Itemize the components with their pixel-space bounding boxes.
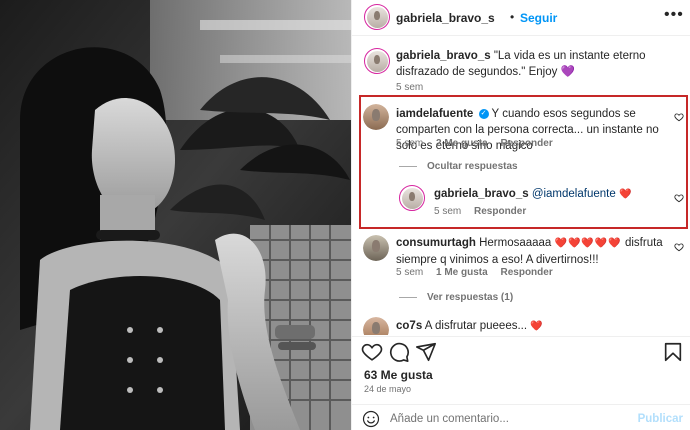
comment-username-co7s[interactable]: co7s <box>396 320 422 332</box>
post-header: gabriela_bravo_s • Seguir ••• <box>352 0 690 36</box>
view-replies-button[interactable]: Ver respuestas (1) <box>427 292 513 303</box>
reply-text: gabriela_bravo_s @iamdelafuente ❤️ <box>434 186 664 203</box>
comment-text-co7s: co7s A disfrutar pueees... ❤️ <box>396 318 672 335</box>
comment-input[interactable]: Añade un comentario... <box>390 413 509 425</box>
replies-line <box>399 166 417 167</box>
comment-meta-consumurtagh: 5 sem 1 Me gusta Responder <box>396 267 563 278</box>
comment-username-consumurtagh[interactable]: consumurtagh <box>396 237 476 249</box>
reply-mention-link[interactable]: @iamdelafuente <box>532 188 616 200</box>
comment-bubble-icon[interactable] <box>388 341 410 363</box>
post-photo[interactable] <box>0 0 351 430</box>
post-sidebar: gabriela_bravo_s • Seguir ••• gabriela_b… <box>351 0 690 430</box>
like-reply-heart-icon[interactable] <box>674 193 684 203</box>
caption-emoji: 💜 <box>560 66 575 78</box>
comment3-body: A disfrutar pueees... <box>424 320 528 332</box>
comment2-likes-button[interactable]: 1 Me gusta <box>436 267 488 278</box>
like-comment-heart-icon[interactable] <box>674 112 684 122</box>
comment-avatar-consumurtagh[interactable] <box>363 235 389 261</box>
caption-username[interactable]: gabriela_bravo_s <box>396 50 491 62</box>
comment-likes-button[interactable]: 2 Me gusta <box>436 138 488 149</box>
action-bar <box>352 336 690 366</box>
comment-text-consumurtagh: consumurtagh Hermosaaaaa ❤️❤️❤️❤️❤️ disf… <box>396 235 672 268</box>
comment-username-iamdelafuente[interactable]: iamdelafuente <box>396 108 473 120</box>
reply-reply-button[interactable]: Responder <box>474 206 526 217</box>
likes-count[interactable]: 63 Me gusta <box>364 368 433 382</box>
reply-username[interactable]: gabriela_bravo_s <box>434 188 529 200</box>
publish-button[interactable]: Publicar <box>638 413 683 425</box>
reply-avatar[interactable] <box>399 185 425 211</box>
add-comment-bar: Añade un comentario... Publicar <box>352 404 690 430</box>
share-send-icon[interactable] <box>415 341 437 363</box>
author-avatar[interactable] <box>364 4 390 30</box>
like-comment2-heart-icon[interactable] <box>674 242 684 252</box>
comments-list[interactable]: gabriela_bravo_s "La vida es un instante… <box>352 37 690 335</box>
like-heart-icon[interactable] <box>361 341 383 363</box>
reply-meta: 5 sem Responder <box>434 206 536 217</box>
comment-avatar-co7s[interactable] <box>363 317 389 335</box>
comment-avatar-iamdelafuente[interactable] <box>363 104 389 130</box>
comment2-reply-button[interactable]: Responder <box>500 267 552 278</box>
comment2-time: 5 sem <box>396 267 424 278</box>
post-date: 24 de mayo <box>364 384 412 394</box>
view-replies-line <box>399 297 417 298</box>
hide-replies-button[interactable]: Ocultar respuestas <box>427 161 518 172</box>
author-username[interactable]: gabriela_bravo_s <box>396 11 495 25</box>
comment-time: 5 sem <box>396 138 424 149</box>
reply-time: 5 sem <box>434 206 462 217</box>
header-separator: • <box>510 10 515 24</box>
comment-body-before: Hermosaaaaa <box>479 237 552 249</box>
caption-time: 5 sem <box>396 82 424 93</box>
comment-meta-iamdelafuente: 5 sem 2 Me gusta Responder <box>396 138 563 149</box>
photo-image <box>0 0 351 430</box>
comment-hearts: ❤️❤️❤️❤️❤️ <box>554 238 622 249</box>
caption-avatar[interactable] <box>364 48 390 74</box>
caption-meta: 5 sem <box>396 82 433 93</box>
more-options-icon[interactable]: ••• <box>664 6 684 24</box>
save-bookmark-icon[interactable] <box>662 341 684 363</box>
reply-button[interactable]: Responder <box>500 138 552 149</box>
verified-badge-icon: ✓ <box>478 108 489 119</box>
caption-text: gabriela_bravo_s "La vida es un instante… <box>396 48 676 80</box>
follow-button[interactable]: Seguir <box>520 11 557 25</box>
comment3-emoji: ❤️ <box>530 321 544 332</box>
emoji-smiley-icon[interactable] <box>362 410 380 428</box>
reply-emoji: ❤️ <box>618 189 633 200</box>
